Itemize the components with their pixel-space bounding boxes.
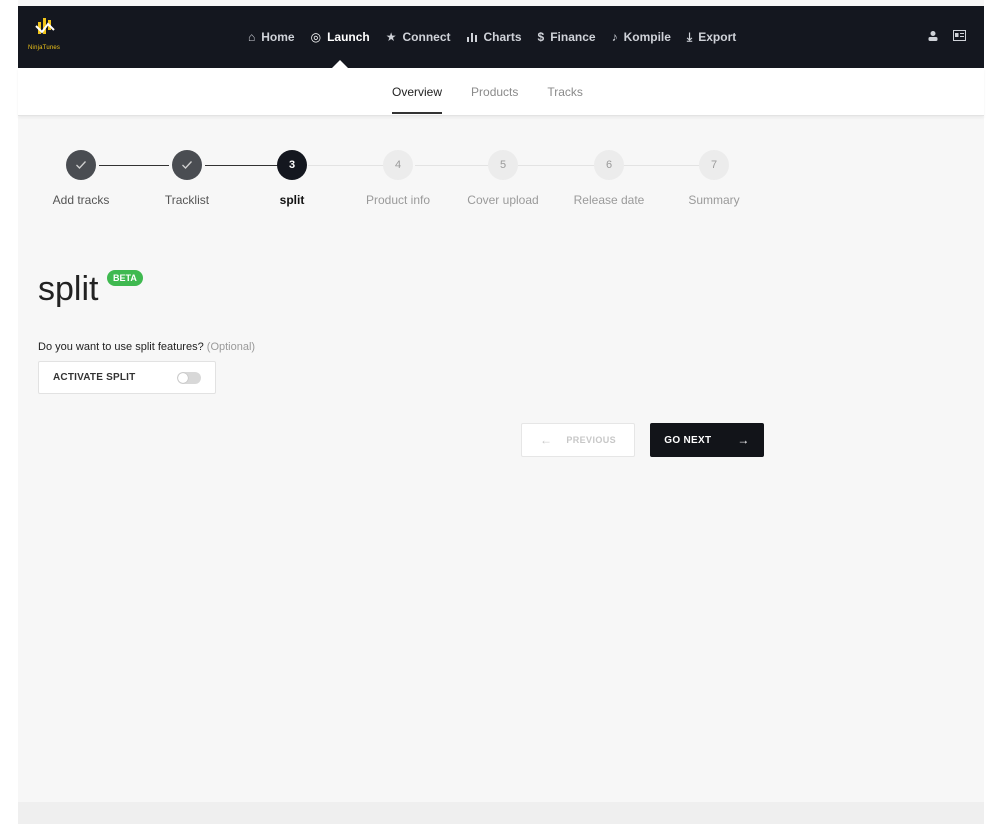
step-number: 3	[277, 150, 307, 180]
footer-strip	[18, 802, 984, 824]
account-area	[927, 6, 966, 68]
step-release-date[interactable]: 6 Release date	[559, 150, 659, 207]
arrow-left-icon: ←	[539, 433, 553, 447]
nav-item-launch[interactable]: ◎ Launch	[303, 6, 378, 68]
tab-products[interactable]: Products	[471, 68, 518, 116]
home-icon: ⌂	[248, 30, 256, 44]
nav-item-connect[interactable]: ★ Connect	[378, 6, 459, 68]
brand-name: NinjaTunes	[28, 45, 61, 51]
activate-split-toggle[interactable]: ACTIVATE SPLIT	[38, 361, 216, 394]
nav-item-label: Finance	[550, 30, 596, 44]
id-card-icon[interactable]	[953, 30, 966, 44]
launch-icon: ◎	[310, 30, 322, 44]
music-note-icon: ♪	[611, 30, 618, 44]
step-label: split	[279, 193, 305, 207]
toggle-switch[interactable]	[177, 371, 201, 384]
toggle-label: ACTIVATE SPLIT	[53, 372, 136, 383]
nav-item-export[interactable]: ⤓ Export	[679, 6, 744, 68]
question-text: Do you want to use split features?	[38, 341, 204, 353]
tab-overview[interactable]: Overview	[392, 68, 443, 116]
user-icon[interactable]	[927, 30, 939, 45]
arrow-right-icon: →	[737, 433, 750, 447]
step-summary[interactable]: 7 Summary	[664, 150, 764, 207]
dollar-icon: $	[537, 30, 545, 44]
active-indicator	[332, 60, 349, 68]
bar-chart-icon	[466, 31, 478, 44]
step-number: 7	[699, 150, 729, 180]
nav-item-kompile[interactable]: ♪ Kompile	[604, 6, 679, 68]
split-question: Do you want to use split features? (Opti…	[38, 341, 255, 353]
check-icon	[172, 150, 202, 180]
step-number: 4	[383, 150, 413, 180]
nav-item-charts[interactable]: Charts	[459, 6, 530, 68]
nav-item-label: Connect	[402, 30, 451, 44]
tab-tracks[interactable]: Tracks	[547, 68, 583, 116]
nav-item-label: Kompile	[623, 30, 671, 44]
top-navigation-bar: NinjaTunes ⌂ Home ◎ Launch ★ Connect Cha…	[18, 6, 984, 68]
step-number: 6	[594, 150, 624, 180]
step-product-info[interactable]: 4 Product info	[348, 150, 448, 207]
step-label: Release date	[573, 193, 645, 207]
nav-item-label: Charts	[483, 30, 522, 44]
step-split[interactable]: 3 split	[242, 150, 342, 207]
release-stepper: Add tracks Tracklist 3 split 4 Product i…	[18, 150, 778, 220]
toggle-knob	[178, 372, 188, 383]
step-label: Tracklist	[164, 193, 210, 207]
previous-label: PREVIOUS	[566, 435, 617, 445]
step-label: Summary	[688, 193, 740, 207]
nav-item-label: Launch	[327, 30, 370, 44]
brand-logo[interactable]: NinjaTunes	[28, 16, 88, 56]
step-cover-upload[interactable]: 5 Cover upload	[453, 150, 553, 207]
step-tracklist[interactable]: Tracklist	[137, 150, 237, 207]
step-label: Product info	[365, 193, 431, 207]
main-nav: ⌂ Home ◎ Launch ★ Connect Charts $ Finan…	[240, 6, 744, 68]
page-title: split	[38, 270, 99, 308]
optional-label: (Optional)	[206, 341, 256, 353]
star-icon: ★	[385, 30, 397, 44]
step-add-tracks[interactable]: Add tracks	[31, 150, 131, 207]
sub-navigation: Overview Products Tracks	[18, 68, 984, 116]
page-background	[18, 0, 984, 824]
download-icon: ⤓	[686, 30, 693, 44]
step-label: Add tracks	[52, 193, 110, 207]
nav-item-home[interactable]: ⌂ Home	[240, 6, 303, 68]
next-label: GO NEXT	[664, 434, 712, 446]
ninjatunes-logo-icon	[35, 18, 55, 34]
nav-item-finance[interactable]: $ Finance	[530, 6, 604, 68]
check-icon	[66, 150, 96, 180]
previous-button[interactable]: ← PREVIOUS	[521, 423, 635, 457]
step-label: Cover upload	[467, 193, 539, 207]
beta-badge: BETA	[107, 270, 143, 286]
go-next-button[interactable]: GO NEXT →	[650, 423, 764, 457]
nav-item-label: Home	[261, 30, 295, 44]
step-number: 5	[488, 150, 518, 180]
nav-item-label: Export	[698, 30, 737, 44]
sub-tabs: Overview Products Tracks	[392, 68, 583, 116]
